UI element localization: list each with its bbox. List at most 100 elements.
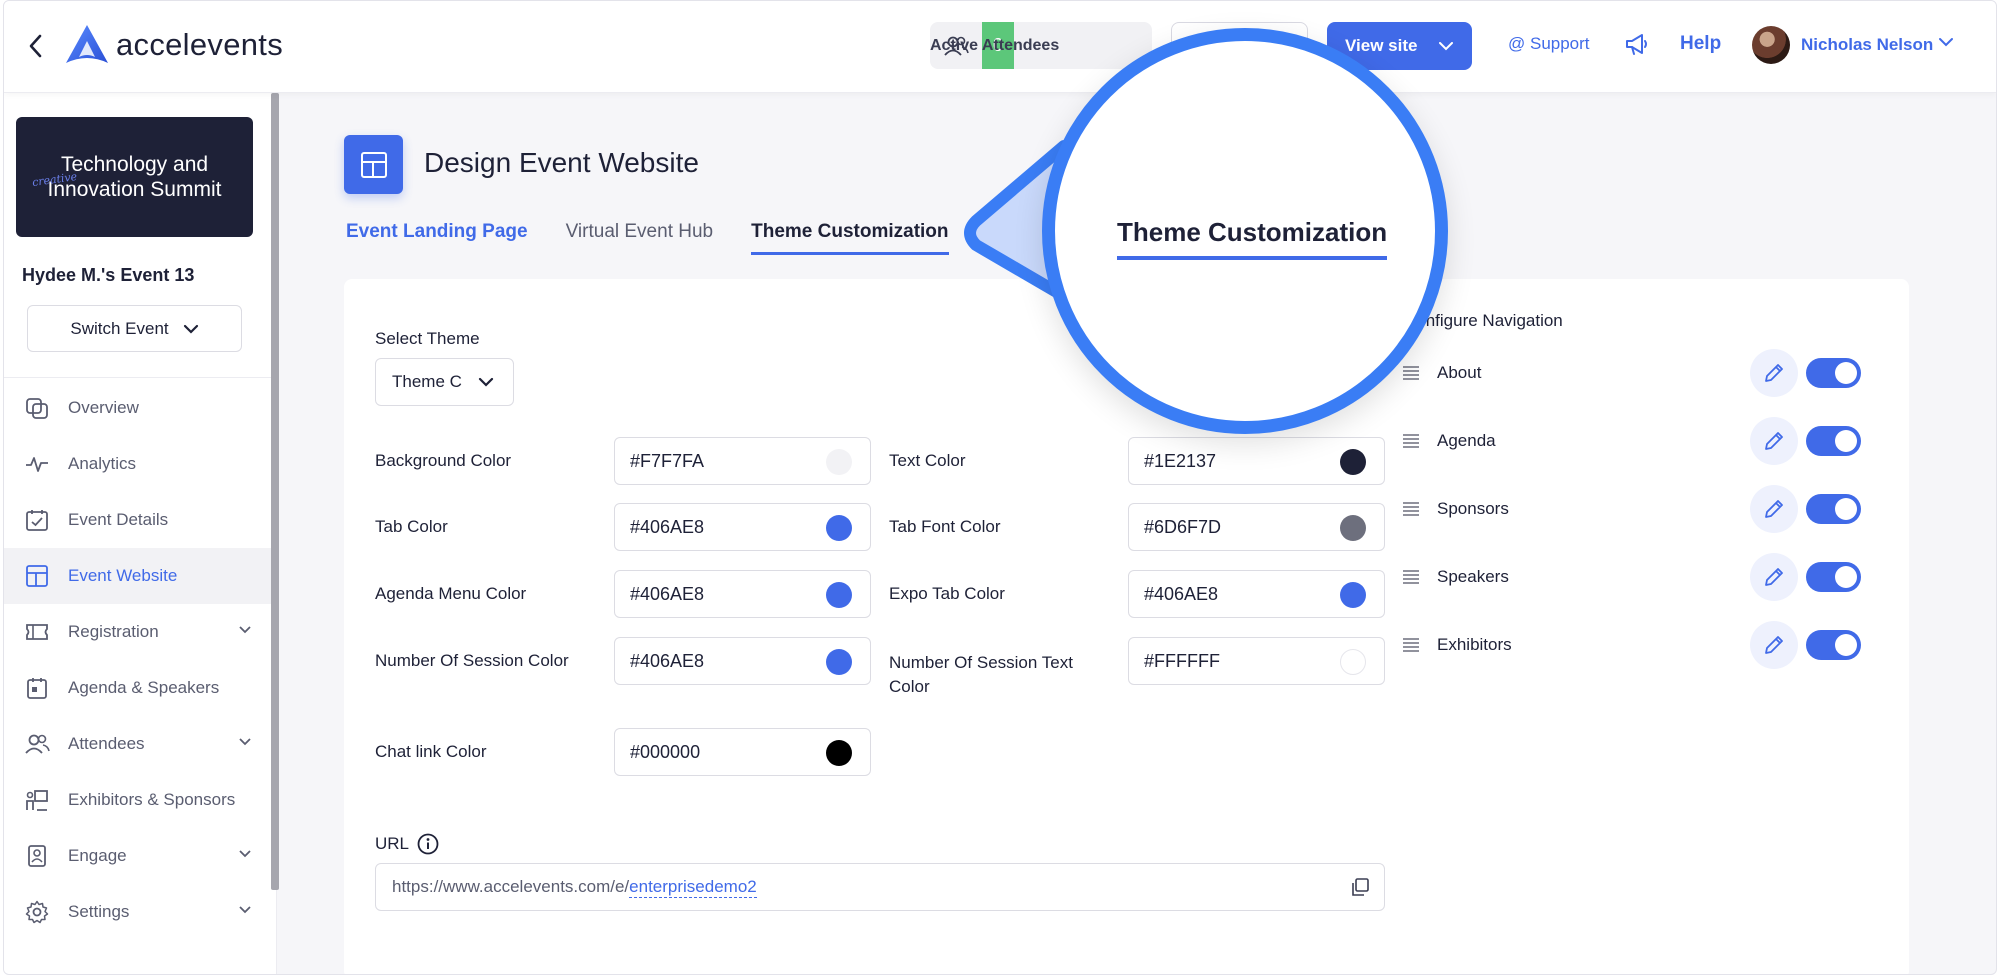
number-of-session-text-color-field[interactable]: #FFFFFF <box>1128 637 1385 685</box>
pencil-icon <box>1765 432 1783 450</box>
active-attendees-widget[interactable]: Active Attendees 0 <box>930 22 1152 69</box>
analytics-icon <box>24 451 50 477</box>
nav-visibility-toggle[interactable] <box>1806 494 1861 524</box>
sidebar-item-event-details[interactable]: Event Details <box>4 492 272 548</box>
chevron-down-icon <box>183 324 198 334</box>
color-label: Tab Color <box>375 517 448 536</box>
tab-event-landing-page[interactable]: Event Landing Page <box>346 221 528 255</box>
chevron-down-icon <box>239 626 251 634</box>
color-swatch[interactable] <box>826 649 852 675</box>
expo-tab-color-field[interactable]: #406AE8 <box>1128 570 1385 618</box>
sidebar-item-registration[interactable]: Registration <box>4 604 272 660</box>
nav-visibility-toggle[interactable] <box>1806 630 1861 660</box>
color-value: #406AE8 <box>630 650 705 671</box>
sidebar-item-agenda-speakers[interactable]: Agenda & Speakers <box>4 660 272 716</box>
sidebar-item-label: Exhibitors & Sponsors <box>68 790 236 809</box>
tab-theme-customization[interactable]: Theme Customization <box>751 221 949 255</box>
chat-link-color-field[interactable]: #000000 <box>614 728 871 776</box>
color-swatch[interactable] <box>826 740 852 766</box>
logo-mark-icon <box>66 25 108 63</box>
user-menu-chevron-icon[interactable] <box>1938 37 1954 47</box>
tab-color-field[interactable]: #406AE8 <box>614 503 871 551</box>
url-prefix: https://www.accelevents.com/e/ <box>392 877 630 896</box>
color-swatch[interactable] <box>1340 515 1366 541</box>
sidebar-scrollbar[interactable] <box>271 93 279 890</box>
calendar-check-icon <box>24 507 50 533</box>
edit-button[interactable] <box>1750 349 1798 397</box>
agenda-menu-color-field[interactable]: #406AE8 <box>614 570 871 618</box>
color-swatch[interactable] <box>826 515 852 541</box>
edit-button[interactable] <box>1750 485 1798 533</box>
help-link[interactable]: Help <box>1680 33 1721 55</box>
event-name: Hydee M.'s Event 13 <box>22 265 195 285</box>
sidebar-item-event-website[interactable]: Event Website <box>4 548 272 604</box>
app-window: accelevents Active Attendees 0 View site… <box>3 0 1997 975</box>
page-tabs: Event Landing Page Virtual Event Hub The… <box>346 221 987 255</box>
sidebar-item-label: Event Details <box>68 510 169 529</box>
url-slug[interactable]: enterprisedemo2 <box>629 877 757 898</box>
nav-visibility-toggle[interactable] <box>1806 358 1861 388</box>
sidebar-nav: Overview Analytics Event Details Event W… <box>4 380 272 940</box>
sidebar-item-analytics[interactable]: Analytics <box>4 436 272 492</box>
url-label-row: URL <box>375 833 439 855</box>
sidebar-item-label: Attendees <box>68 734 145 753</box>
color-swatch[interactable] <box>1340 449 1366 475</box>
chevron-down-icon <box>478 377 494 387</box>
sidebar-item-engage[interactable]: Engage <box>4 828 272 884</box>
tab-font-color-field[interactable]: #6D6F7D <box>1128 503 1385 551</box>
color-label: Text Color <box>889 451 966 470</box>
color-value: #6D6F7D <box>1144 516 1222 537</box>
sidebar-item-settings[interactable]: Settings <box>4 884 272 940</box>
users-icon <box>24 731 50 757</box>
color-swatch[interactable] <box>1340 582 1366 608</box>
edit-button[interactable] <box>1750 553 1798 601</box>
nav-config-label: Agenda <box>1437 431 1496 450</box>
drag-handle-icon[interactable] <box>1401 501 1421 517</box>
nav-visibility-toggle[interactable] <box>1806 562 1861 592</box>
layout-icon <box>344 135 403 194</box>
copy-icon[interactable] <box>1350 877 1370 897</box>
sidebar: creative Technology and Innovation Summi… <box>4 93 277 974</box>
back-arrow-icon[interactable] <box>22 29 48 63</box>
logo-text: accelevents <box>116 27 284 62</box>
drag-handle-icon[interactable] <box>1401 569 1421 585</box>
nav-visibility-toggle[interactable] <box>1806 426 1861 456</box>
background-color-field[interactable]: #F7F7FA <box>614 437 871 485</box>
gear-icon <box>24 899 50 925</box>
number-of-session-color-field[interactable]: #406AE8 <box>614 637 871 685</box>
sidebar-item-label: Event Website <box>68 566 178 585</box>
user-name[interactable]: Nicholas Nelson <box>1801 35 1933 55</box>
edit-button[interactable] <box>1750 621 1798 669</box>
drag-handle-icon[interactable] <box>1401 365 1421 381</box>
sidebar-divider <box>4 377 272 378</box>
sidebar-item-overview[interactable]: Overview <box>4 380 272 436</box>
drag-handle-icon[interactable] <box>1401 433 1421 449</box>
support-link[interactable]: @ Support <box>1508 34 1590 54</box>
megaphone-icon[interactable] <box>1624 31 1650 57</box>
nav-config-row: Sponsors <box>1401 485 1861 533</box>
color-label: Tab Font Color <box>889 517 1001 536</box>
sidebar-item-attendees[interactable]: Attendees <box>4 716 272 772</box>
theme-select[interactable]: Theme C <box>375 358 514 406</box>
event-banner[interactable]: creative Technology and Innovation Summi… <box>16 117 253 237</box>
sidebar-item-exhibitors-sponsors[interactable]: Exhibitors & Sponsors <box>4 772 272 828</box>
tab-virtual-event-hub[interactable]: Virtual Event Hub <box>566 221 714 255</box>
sidebar-item-label: Settings <box>68 902 130 921</box>
calendar-icon <box>24 675 50 701</box>
switch-event-label: Switch Event <box>70 318 169 338</box>
color-swatch[interactable] <box>826 582 852 608</box>
text-color-field[interactable]: #1E2137 <box>1128 437 1385 485</box>
sidebar-item-label: Analytics <box>68 454 137 473</box>
color-swatch[interactable] <box>1340 649 1366 675</box>
theme-select-value: Theme C <box>392 372 462 391</box>
user-avatar[interactable] <box>1752 26 1790 64</box>
info-icon[interactable] <box>417 833 439 855</box>
color-value: #1E2137 <box>1144 450 1217 471</box>
drag-handle-icon[interactable] <box>1401 637 1421 653</box>
accelevents-logo[interactable]: accelevents <box>64 23 283 67</box>
switch-event-button[interactable]: Switch Event <box>27 305 242 352</box>
edit-button[interactable] <box>1750 417 1798 465</box>
event-url-field[interactable]: https://www.accelevents.com/e/enterprise… <box>375 863 1385 911</box>
color-swatch[interactable] <box>826 449 852 475</box>
chevron-down-icon <box>239 850 251 858</box>
